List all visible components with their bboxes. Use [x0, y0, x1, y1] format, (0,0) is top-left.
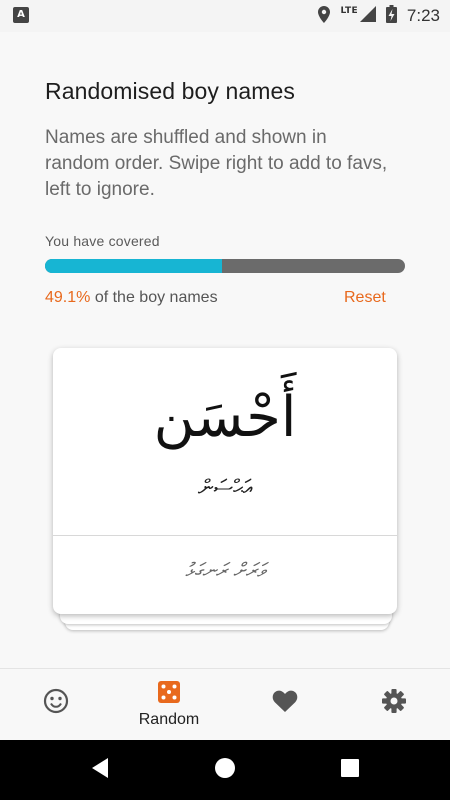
gear-icon — [381, 688, 407, 718]
progress-suffix: of the boy names — [90, 289, 218, 306]
a-box-icon: A — [13, 7, 29, 23]
reset-button[interactable]: Reset — [344, 289, 386, 307]
nav-item-favourites[interactable] — [229, 669, 341, 741]
progress-bar-fill — [45, 259, 222, 273]
nav-item-random[interactable]: Random — [113, 669, 225, 741]
nav-item-settings[interactable] — [338, 669, 450, 741]
clock-time: 7:23 — [406, 6, 440, 25]
arabic-name: أَحْسَن — [153, 385, 297, 450]
battery-charging-icon — [385, 5, 397, 27]
dice-icon — [158, 681, 180, 707]
progress-percent: 49.1% — [45, 289, 91, 306]
bottom-navigation: Random — [0, 668, 450, 740]
nav-item-mood[interactable] — [0, 669, 112, 741]
thaana-name: އަޙްސަން — [197, 476, 253, 501]
location-pin-icon — [318, 5, 331, 27]
heart-icon — [272, 689, 298, 717]
name-card[interactable]: أَحْسَن އަޙްސަން ވަރަށް ރަނގަޅު — [53, 348, 397, 614]
smiley-icon — [43, 688, 69, 718]
name-meaning: ވަރަށް ރަނގަޅު — [185, 558, 265, 582]
nav-label-random: Random — [138, 711, 200, 728]
recents-button[interactable] — [320, 740, 380, 800]
recents-square-icon — [341, 759, 359, 781]
back-button[interactable] — [70, 740, 130, 800]
status-icons: LTE 7:23 — [318, 0, 440, 32]
progress-bar — [45, 259, 405, 273]
home-button[interactable] — [195, 740, 255, 800]
progress-label: You have covered — [45, 233, 160, 249]
page-description: Names are shuffled and shown in random o… — [45, 127, 388, 200]
status-bar: A LTE 7:23 — [0, 0, 450, 32]
page-title: Randomised boy names — [45, 78, 296, 104]
home-circle-icon — [214, 757, 236, 783]
network-type-label: LTE — [340, 6, 358, 16]
system-navigation-bar — [0, 740, 450, 800]
back-triangle-icon — [90, 757, 110, 783]
progress-summary: 49.1% of the boy names — [45, 289, 218, 307]
signal-icon — [359, 6, 376, 26]
card-divider — [53, 535, 397, 536]
